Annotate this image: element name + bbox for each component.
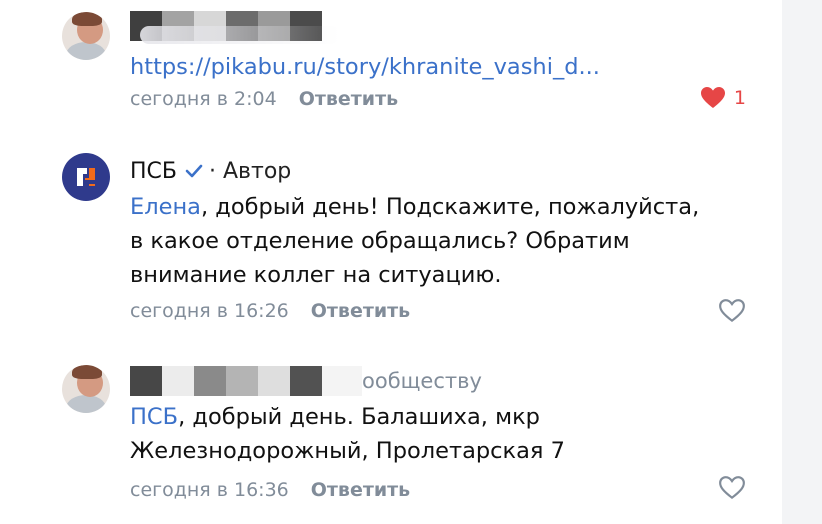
heart-filled-icon — [700, 87, 725, 108]
reply-button[interactable]: Ответить — [299, 88, 398, 110]
story-link[interactable]: https://pikabu.ru/story/khranite_vashi_d… — [130, 54, 600, 80]
avatar-psb[interactable] — [62, 153, 110, 201]
reply-button[interactable]: Ответить — [311, 479, 410, 501]
comment-text: Елена, добрый день! Подскажите, пожалуйс… — [130, 190, 699, 292]
pixelated-name — [130, 366, 362, 396]
mention-link[interactable]: ПСБ — [130, 404, 178, 430]
blur-overlay — [140, 26, 340, 44]
avatar[interactable] — [62, 365, 110, 413]
comment-meta: сегодня в 2:04 Ответить — [130, 88, 398, 110]
author-suffix: ообществу — [362, 369, 482, 393]
text-line-1: Елена, добрый день! Подскажите, пожалуйс… — [130, 194, 700, 220]
heart-outline-icon — [719, 299, 745, 323]
like-button[interactable]: 1 — [700, 86, 746, 110]
checkmark-icon — [185, 164, 203, 178]
comment-text: ПСБ, добрый день. Балашиха, мкр Железнод… — [130, 400, 565, 468]
timestamp: сегодня в 16:26 — [130, 300, 289, 322]
comment-1: https://pikabu.ru/story/khranite_vashi_d… — [0, 0, 782, 130]
reply-button[interactable]: Ответить — [311, 300, 410, 322]
comment-text: https://pikabu.ru/story/khranite_vashi_d… — [130, 50, 600, 84]
author-role: · Автор — [209, 158, 292, 184]
heart-outline-icon — [719, 476, 745, 500]
author-row: ПСБ · Автор — [130, 157, 291, 185]
psb-logo-icon — [77, 168, 95, 186]
text-line-1: ПСБ, добрый день. Балашиха, мкр — [130, 404, 540, 430]
right-edge-strip — [782, 0, 822, 524]
timestamp: сегодня в 2:04 — [130, 88, 277, 110]
mention-link[interactable]: Елена — [130, 194, 201, 220]
comment-meta: сегодня в 16:26 Ответить — [130, 300, 410, 322]
text-line-2: Железнодорожный, Пролетарская 7 — [130, 438, 565, 464]
timestamp: сегодня в 16:36 — [130, 479, 289, 501]
like-button[interactable] — [718, 475, 746, 501]
text-line-2: в какое отделение обращались? Обратим — [130, 228, 630, 254]
like-button[interactable] — [718, 298, 746, 324]
author-name[interactable]: ПСБ — [130, 159, 177, 184]
author-name-redacted[interactable] — [130, 366, 362, 396]
comment-3: ообществу ПСБ, добрый день. Балашиха, мк… — [0, 355, 782, 515]
like-count: 1 — [733, 87, 746, 109]
comment-meta: сегодня в 16:36 Ответить — [130, 479, 410, 501]
avatar[interactable] — [62, 12, 110, 60]
text-line-3: внимание коллег на ситуацию. — [130, 262, 502, 288]
comment-2: ПСБ · Автор Елена, добрый день! Подскажи… — [0, 145, 782, 335]
